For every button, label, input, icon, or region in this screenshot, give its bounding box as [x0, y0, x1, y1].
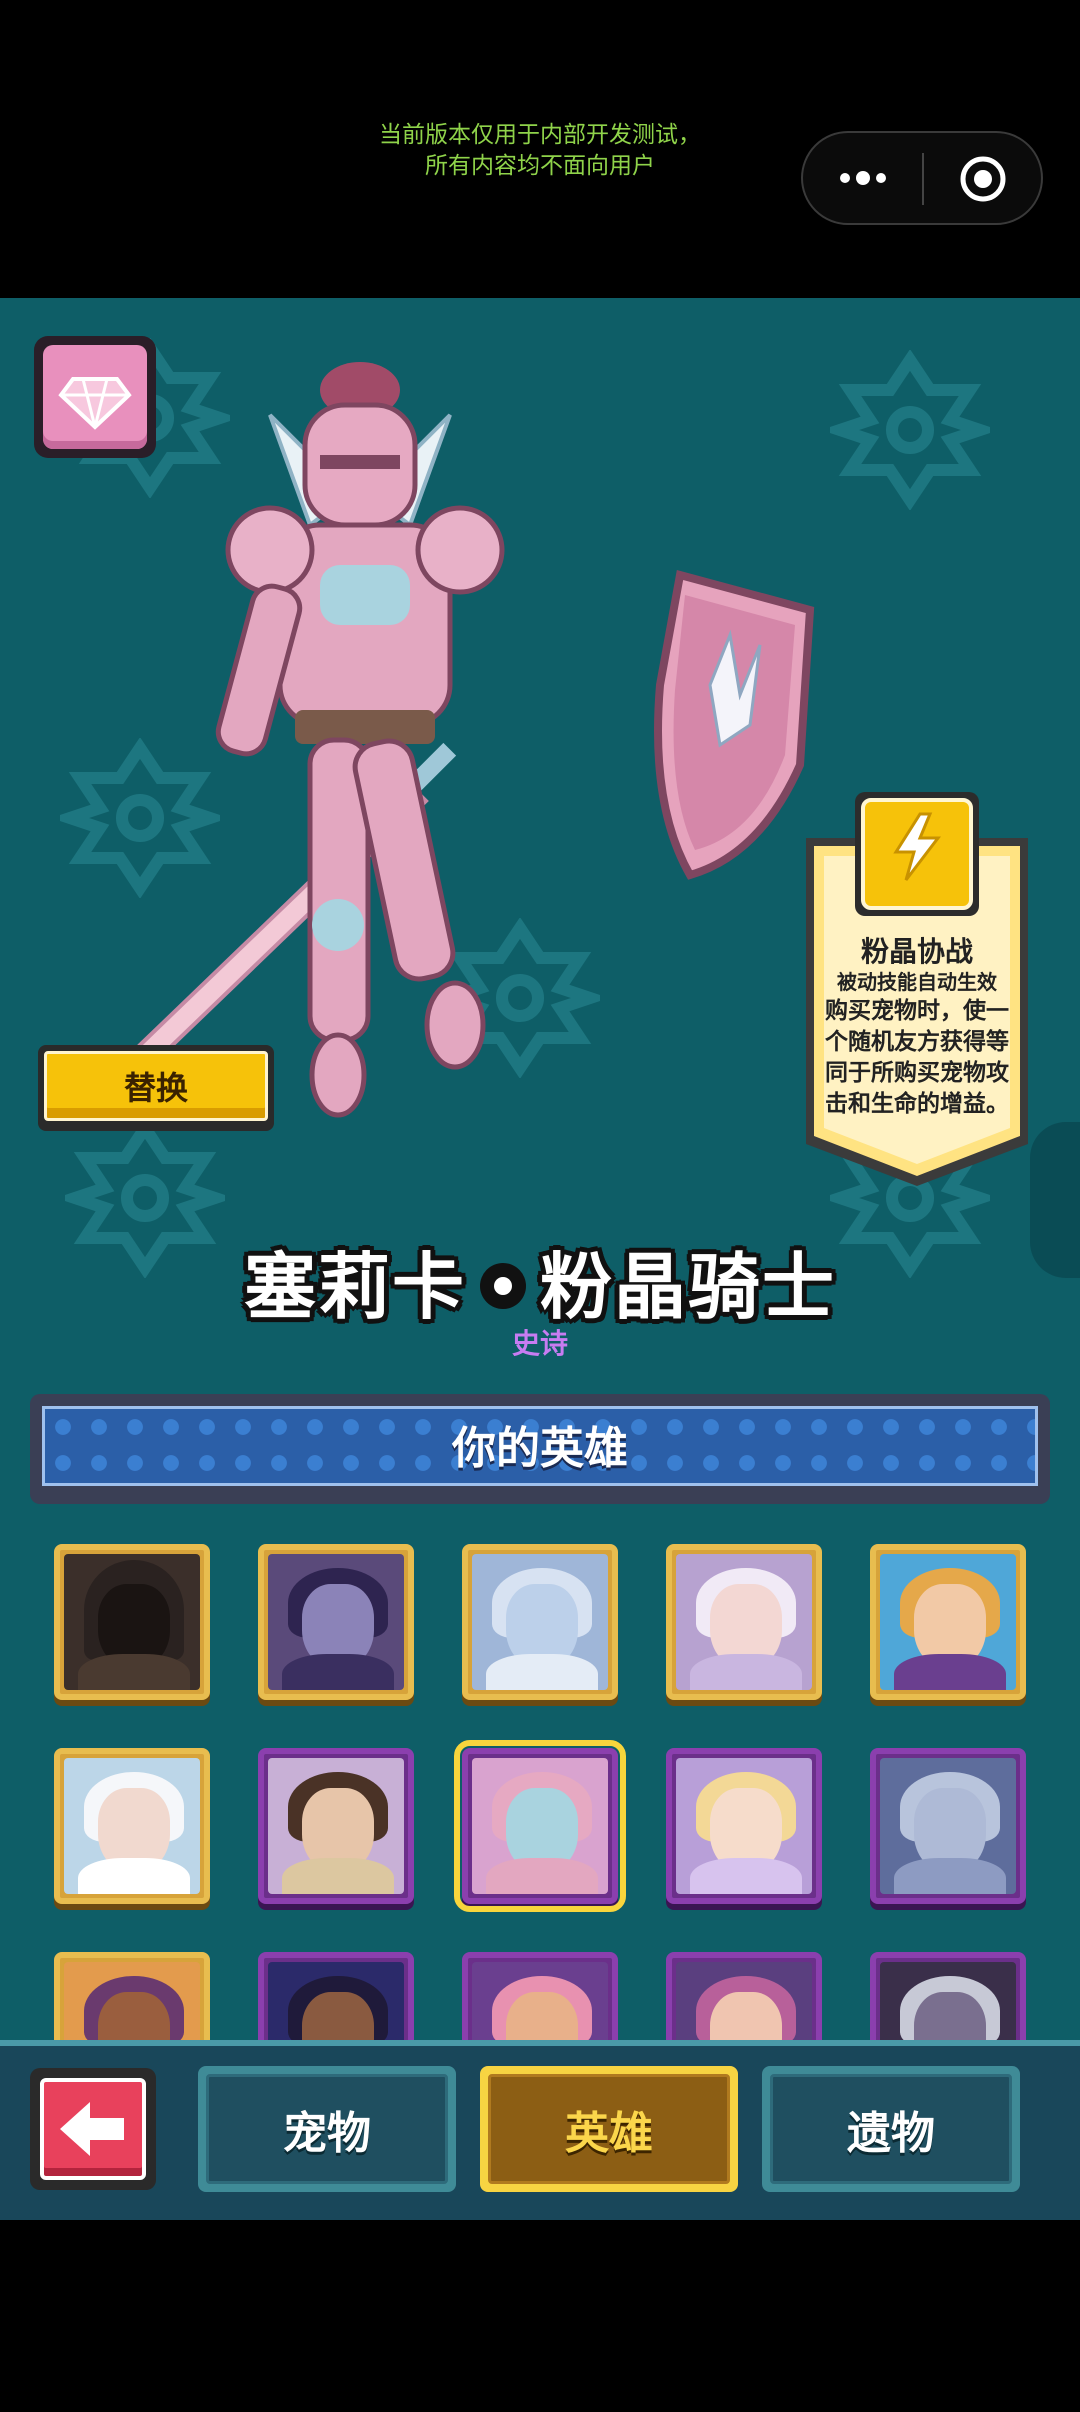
hero-grid [0, 1530, 1080, 2040]
hero-portrait [880, 1962, 1016, 2040]
header-banner: 你的英雄 [42, 1406, 1038, 1486]
dev-notice-line2: 所有内容均不面向用户 [425, 153, 655, 179]
tab-heroes[interactable]: 英雄 [480, 2066, 738, 2192]
hero-portrait [880, 1554, 1016, 1690]
hero-card[interactable] [666, 1544, 822, 1700]
hero-card-selected[interactable] [454, 1740, 626, 1912]
hero-portrait [268, 1554, 404, 1690]
system-top-bar: 当前版本仅用于内部开发测试， 所有内容均不面向用户 [0, 0, 1080, 298]
hero-portrait [880, 1758, 1016, 1894]
replace-hero-button[interactable]: 替换 [38, 1045, 274, 1131]
your-heroes-header: 你的英雄 [30, 1394, 1050, 1504]
tab-relics-label: 遗物 [770, 2074, 1012, 2184]
hero-portrait [472, 1962, 608, 2040]
skill-description-line: 购买宠物时，使一 [825, 998, 1009, 1024]
hero-portrait [64, 1554, 200, 1690]
hero-portrait [472, 1758, 608, 1894]
back-button[interactable] [30, 2068, 156, 2190]
tab-heroes-label: 英雄 [488, 2074, 730, 2184]
lightning-icon [893, 812, 942, 881]
dev-notice-line1: 当前版本仅用于内部开发测试， [379, 122, 701, 148]
hero-card[interactable] [54, 1544, 210, 1700]
hero-card[interactable] [666, 1748, 822, 1904]
hero-card[interactable] [258, 1952, 414, 2040]
name-separator-icon [480, 1263, 526, 1310]
skill-description: 购买宠物时，使一 个随机友方获得等 同于所购买宠物攻 击和生命的增益。 [815, 996, 1019, 1120]
section-title: 你的英雄 [452, 1423, 628, 1474]
system-bottom-bar [0, 2220, 1080, 2412]
hero-portrait [676, 1758, 812, 1894]
hero-card[interactable] [870, 1748, 1026, 1904]
hero-card[interactable] [666, 1952, 822, 2040]
target-circle-icon[interactable] [959, 155, 1007, 203]
hero-card[interactable] [54, 1748, 210, 1904]
hero-card[interactable] [462, 1544, 618, 1700]
mini-program-capsule [801, 131, 1043, 225]
hero-name-title: 粉晶骑士 [540, 1245, 837, 1329]
hero-card[interactable] [258, 1748, 414, 1904]
rarity-label: 史诗 [511, 1327, 568, 1360]
hero-portrait [268, 1962, 404, 2040]
hero-portrait [676, 1962, 812, 2040]
capsule-divider [922, 153, 924, 205]
skill-subtitle: 被动技能自动生效 [837, 970, 997, 994]
replace-button-label: 替换 [44, 1051, 268, 1121]
hero-card[interactable] [54, 1952, 210, 2040]
arrow-left-icon [60, 2102, 124, 2156]
hero-card[interactable] [870, 1544, 1026, 1700]
back-button-face [40, 2078, 146, 2180]
tab-pets[interactable]: 宠物 [198, 2066, 456, 2192]
skill-title: 粉晶协战 [860, 935, 973, 968]
hero-card[interactable] [258, 1544, 414, 1700]
hero-name-first: 塞莉卡 [243, 1245, 466, 1329]
hero-card[interactable] [870, 1952, 1026, 2040]
skill-description-line: 击和生命的增益。 [825, 1091, 1009, 1117]
dev-notice: 当前版本仅用于内部开发测试， 所有内容均不面向用户 [300, 120, 780, 182]
tab-pets-label: 宠物 [206, 2074, 448, 2184]
hero-name: 塞莉卡 粉晶骑士 [0, 1228, 1080, 1333]
more-dots-icon[interactable] [833, 163, 893, 193]
hero-portrait [64, 1758, 200, 1894]
skill-description-line: 个随机友方获得等 [825, 1029, 1009, 1055]
hero-portrait [472, 1554, 608, 1690]
hero-portrait [268, 1758, 404, 1894]
hero-portrait [64, 1962, 200, 2040]
skill-description-line: 同于所购买宠物攻 [825, 1060, 1009, 1086]
hero-card[interactable] [462, 1952, 618, 2040]
hero-portrait [676, 1554, 812, 1690]
tab-relics[interactable]: 遗物 [762, 2066, 1020, 2192]
